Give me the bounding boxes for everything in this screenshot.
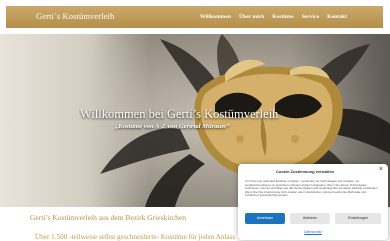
site-header: Gerti´s Kostümverleih Willkommen Über mi… bbox=[0, 0, 390, 34]
deny-button[interactable]: Ablehnen bbox=[290, 213, 330, 224]
nav-item-kontakt[interactable]: Kontakt bbox=[327, 14, 347, 20]
hero-subtitle: „Kostüme von A-Z von Gertrud Mürauer“ bbox=[115, 123, 230, 130]
nav-item-ueber-mich[interactable]: Über mich bbox=[239, 14, 264, 20]
header-bar: Gerti´s Kostümverleih Willkommen Über mi… bbox=[6, 6, 383, 28]
main-nav: Willkommen Über mich Kostüme Service Kon… bbox=[200, 14, 347, 20]
close-icon[interactable]: × bbox=[379, 166, 383, 173]
site-logo[interactable]: Gerti´s Kostümverleih bbox=[36, 11, 114, 21]
hero-title: Willkommen bei Gerti’s Kostümverleih bbox=[80, 107, 279, 121]
nav-item-service[interactable]: Service bbox=[302, 14, 319, 20]
intro-heading: Gerti’s Kostümverleih aus dem Bezirk Gri… bbox=[30, 213, 186, 222]
accept-button[interactable]: Annehmen bbox=[245, 213, 285, 224]
nav-item-kostueme[interactable]: Kostüme bbox=[272, 14, 293, 20]
settings-button[interactable]: Einstellungen bbox=[335, 213, 381, 224]
cookie-dialog-text: Um Ihnen ein optimales Erlebnis zu biete… bbox=[245, 179, 379, 198]
cookie-consent-dialog: Cookie-Zustimmung verwalten × Um Ihnen e… bbox=[238, 164, 388, 240]
privacy-link[interactable]: Datenschutz bbox=[238, 230, 388, 234]
nav-item-willkommen[interactable]: Willkommen bbox=[200, 14, 231, 20]
cookie-dialog-title: Cookie-Zustimmung verwalten bbox=[275, 169, 335, 174]
